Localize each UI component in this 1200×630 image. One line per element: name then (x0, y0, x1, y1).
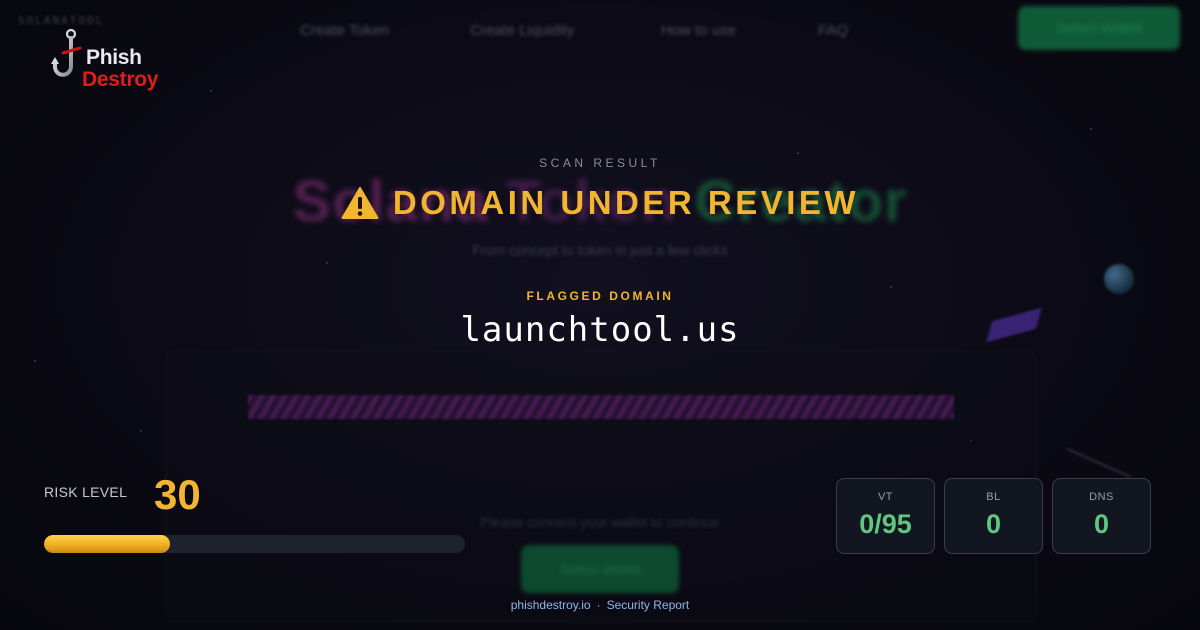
star (1090, 128, 1092, 130)
risk-score: 30 (154, 471, 201, 518)
stat-label: BL (986, 491, 1001, 503)
stat-label: VT (877, 491, 894, 503)
risk-bar-fill (44, 535, 171, 553)
star (890, 286, 892, 288)
footer-report-link[interactable]: Security Report (607, 598, 690, 612)
risk-bar-track (44, 535, 465, 553)
background-progress-stripe (248, 395, 954, 419)
warning-triangle-icon (341, 187, 379, 219)
stat-value: 0/95 (859, 509, 912, 539)
star (140, 430, 142, 432)
background-hero-subtitle: From concept to token in just a few clic… (472, 242, 728, 258)
headline: DOMAIN UNDER REVIEW (0, 184, 1200, 222)
background-nav-faq: FAQ (818, 22, 849, 39)
footer: phishdestroy.io · Security Report (0, 598, 1200, 612)
background-connect-wallet-button: Select Wallet (521, 545, 679, 593)
flagged-domain-value: launchtool.us (460, 310, 740, 350)
star (797, 152, 799, 154)
flagged-domain-label: FLAGGED DOMAIN (526, 289, 674, 303)
risk-level-label: RISK LEVEL (44, 484, 128, 500)
phishdestroy-logo: Phish Destroy (48, 28, 168, 94)
footer-site-link[interactable]: phishdestroy.io (511, 598, 591, 612)
logo-text-phish: Phish (86, 46, 142, 69)
star (34, 360, 36, 362)
background-nav-how-to-use: How to use (661, 22, 737, 39)
stat-value: 0 (985, 509, 1002, 539)
headline-text: DOMAIN UNDER REVIEW (392, 184, 860, 221)
background-brand: SOLANATOOL (18, 14, 105, 27)
stat-value: 0 (1093, 509, 1110, 539)
scan-result-label: SCAN RESULT (539, 156, 661, 170)
background-nav-create-token: Create Token (300, 22, 389, 39)
share-card: SOLANATOOL Create Token Create Liquidity… (0, 0, 1200, 630)
stat-card-dns: DNS 0 (1052, 478, 1151, 554)
stat-card-bl: BL 0 (944, 478, 1043, 554)
stat-label: DNS (1089, 491, 1114, 503)
background-streak (1066, 447, 1132, 479)
star (326, 262, 328, 264)
logo-text-destroy: Destroy (82, 68, 159, 91)
stat-card-vt: VT 0/95 (836, 478, 935, 554)
footer-separator: · (596, 598, 601, 612)
star (210, 90, 212, 92)
stat-cards: VT 0/95 BL 0 DNS 0 (836, 478, 1151, 554)
background-nav-create-liquidity: Create Liquidity (470, 22, 575, 39)
background-select-wallet-button: Select Wallet (1018, 6, 1180, 50)
